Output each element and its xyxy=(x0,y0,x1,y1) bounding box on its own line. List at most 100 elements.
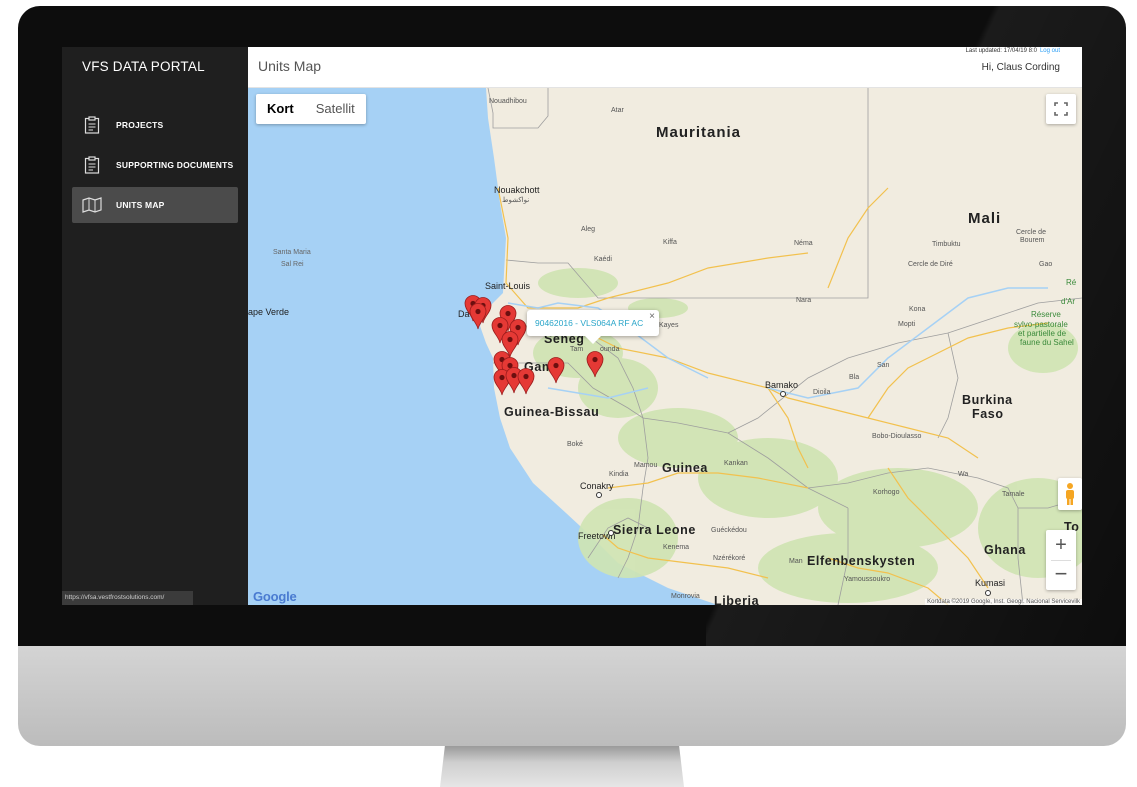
sidebar-item-label: SUPPORTING DOCUMENTS xyxy=(116,160,234,170)
label-yamoussoukro: Yamoussoukro xyxy=(844,576,891,583)
label-re: Ré xyxy=(1066,278,1077,287)
label-cercle-dire: Cercle de Diré xyxy=(908,261,953,268)
label-guinea: Guinea xyxy=(662,461,708,475)
last-updated: Last updated: 17/04/19 8:0 Log out xyxy=(966,48,1060,54)
label-reserve-4: faune du Sahel xyxy=(1020,338,1074,347)
app-title: VFS DATA PORTAL xyxy=(82,59,205,74)
map-canvas[interactable]: Mauritania Mali Guinea-Bissau Guinea Sie… xyxy=(248,88,1082,605)
label-bourem: Bourem xyxy=(1020,237,1045,244)
label-aleg: Aleg xyxy=(581,226,596,233)
label-dar: d'Ar xyxy=(1061,297,1075,306)
fullscreen-button[interactable] xyxy=(1046,94,1076,124)
label-santa-maria: Santa Maria xyxy=(273,249,311,256)
label-dioila: Dioila xyxy=(813,389,831,396)
monitor-stand xyxy=(440,746,684,787)
label-kumasi: Kumasi xyxy=(975,578,1006,588)
zoom-in-button[interactable]: + xyxy=(1055,530,1067,560)
map-marker[interactable] xyxy=(516,367,536,395)
label-gao: Gao xyxy=(1039,261,1053,268)
label-monrovia: Monrovia xyxy=(671,593,700,600)
map-marker[interactable] xyxy=(468,302,488,330)
map-type-kort-button[interactable]: Kort xyxy=(256,94,305,124)
label-reserve-2: sylvo-pastorale xyxy=(1014,320,1068,329)
label-ghana: Ghana xyxy=(984,543,1026,557)
map-type-satellit-button[interactable]: Satellit xyxy=(305,94,366,124)
sidebar-item-units-map[interactable]: UNITS MAP xyxy=(72,187,238,223)
label-gueckedou: Guéckédou xyxy=(711,527,747,534)
label-kayes: Kayes xyxy=(659,322,679,329)
map-icon xyxy=(82,195,102,215)
logout-link[interactable]: Log out xyxy=(1040,48,1060,54)
label-burkina: Burkina xyxy=(962,393,1013,407)
sidebar-item-label: UNITS MAP xyxy=(116,200,165,210)
clipboard-icon xyxy=(82,115,102,135)
label-kiffa: Kiffa xyxy=(663,239,677,246)
street-view-pegman-button[interactable] xyxy=(1058,478,1082,510)
label-tamale: Tamale xyxy=(1002,491,1025,498)
label-san: San xyxy=(877,362,890,369)
label-tambacounda: Tam xyxy=(570,346,584,353)
label-nouadhibou: Nouadhibou xyxy=(489,98,527,105)
label-saint-louis: Saint-Louis xyxy=(485,281,531,291)
label-kenema: Kenema xyxy=(663,544,690,551)
label-elfenbenskysten: Elfenbenskysten xyxy=(807,554,916,568)
label-mali: Mali xyxy=(968,210,1002,227)
label-nouakchott-ar: نواكشوط xyxy=(502,197,530,204)
city-dot xyxy=(985,590,991,596)
city-dot xyxy=(780,391,786,397)
label-wa: Wa xyxy=(958,471,969,478)
label-guinea-bissau: Guinea-Bissau xyxy=(504,405,600,419)
map-type-control: Kort Satellit xyxy=(256,94,366,124)
label-kaedi: Kaédi xyxy=(594,256,612,263)
label-nouakchott: Nouakchott xyxy=(494,185,540,195)
city-dot xyxy=(608,530,614,536)
screen: VFS DATA PORTAL PROJECTS SUPPORTING DOCU… xyxy=(62,47,1082,605)
label-korhogo: Korhogo xyxy=(873,489,900,496)
zoom-out-button[interactable]: − xyxy=(1055,561,1068,590)
label-sal-rei: Sal Rei xyxy=(281,261,304,268)
last-updated-text: Last updated: 17/04/19 8:0 xyxy=(965,48,1037,54)
sidebar-item-projects[interactable]: PROJECTS xyxy=(72,107,238,143)
info-window-text[interactable]: 90462016 - VLS064A RF AC xyxy=(535,318,643,328)
status-bar-url: https://vfsa.vestfrostsolutions.com/ xyxy=(62,591,193,605)
monitor-chin xyxy=(18,646,1126,746)
sidebar: VFS DATA PORTAL PROJECTS SUPPORTING DOCU… xyxy=(62,47,248,605)
city-dot xyxy=(596,492,602,498)
label-mauritania: Mauritania xyxy=(656,124,742,141)
page-title: Units Map xyxy=(258,58,322,74)
map-marker[interactable] xyxy=(585,350,605,378)
label-nara: Nara xyxy=(796,297,812,304)
map-attribution[interactable]: Kortdata ©2019 Google, Inst. Geogr. Naci… xyxy=(925,599,1082,605)
label-conakry: Conakry xyxy=(580,481,614,491)
google-logo: Google xyxy=(253,589,297,604)
sidebar-nav: PROJECTS SUPPORTING DOCUMENTS UNITS MAP xyxy=(62,107,248,223)
label-timbuktu: Timbuktu xyxy=(932,241,961,248)
user-greeting: Hi, Claus Cording xyxy=(981,62,1060,73)
sidebar-item-supporting-documents[interactable]: SUPPORTING DOCUMENTS xyxy=(72,147,238,183)
fullscreen-icon xyxy=(1054,102,1068,116)
zoom-control: + − xyxy=(1046,530,1076,590)
label-mopti: Mopti xyxy=(898,321,916,328)
label-cape-verde: ape Verde xyxy=(248,307,290,317)
label-mamou: Mamou xyxy=(634,462,658,469)
label-atar: Atar xyxy=(611,107,624,114)
label-reserve-3: et partielle de xyxy=(1018,329,1067,338)
label-kankan: Kankan xyxy=(724,460,748,467)
label-man: Man xyxy=(789,558,803,565)
label-cercle-bourem: Cercle de xyxy=(1016,229,1046,236)
label-liberia: Liberia xyxy=(714,594,760,605)
label-reserve: Réserve xyxy=(1031,310,1061,319)
label-kindia: Kindia xyxy=(609,471,629,478)
label-boke: Boké xyxy=(567,441,583,448)
clipboard-icon xyxy=(82,155,102,175)
label-nema: Néma xyxy=(794,240,813,247)
label-faso: Faso xyxy=(972,407,1004,421)
map-marker[interactable] xyxy=(546,356,566,384)
header: Units Map Last updated: 17/04/19 8:0 Log … xyxy=(248,47,1082,88)
info-window: 90462016 - VLS064A RF AC × xyxy=(527,310,659,344)
label-bamako: Bamako xyxy=(765,380,799,390)
pegman-icon xyxy=(1066,483,1074,505)
label-nzerekore: Nzérékoré xyxy=(713,555,746,562)
label-bla: Bla xyxy=(849,374,860,381)
info-window-close-icon[interactable]: × xyxy=(649,311,655,322)
